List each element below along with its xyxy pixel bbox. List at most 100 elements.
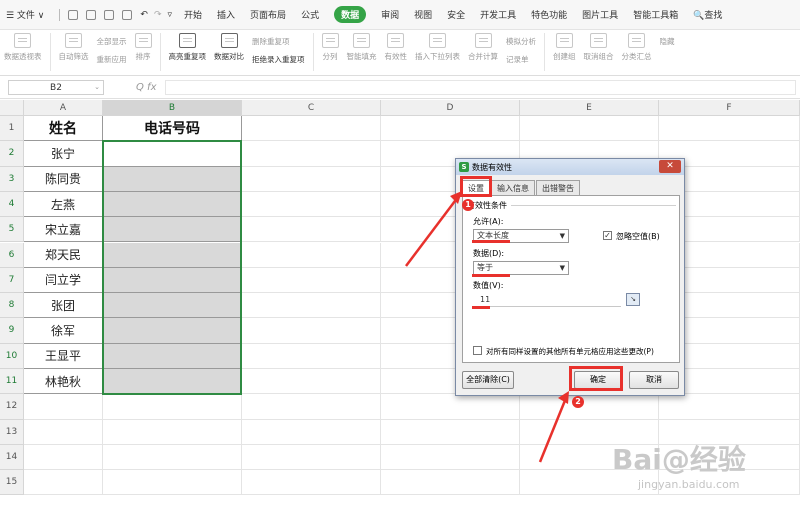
autofilter-button[interactable]: 自动筛选 [59,33,89,62]
simulation-button[interactable]: 模拟分析 [506,33,536,51]
search-button[interactable]: 🔍查找 [693,8,722,21]
row-header-10[interactable]: 10 [0,343,24,369]
reapply-button[interactable]: 重新应用 [97,51,127,69]
cell-b13[interactable] [103,419,242,445]
cell-b8[interactable] [103,293,242,319]
cell-c1[interactable] [242,116,381,142]
cell-b14[interactable] [103,444,242,471]
formula-input[interactable] [164,80,796,95]
cell-c5[interactable] [242,217,381,243]
name-box[interactable]: B2 ⌄ [8,80,104,95]
row-header-14[interactable]: 14 [0,444,24,471]
column-header-d[interactable]: D [381,100,520,116]
column-header-b[interactable]: B [103,100,242,116]
cell-d1[interactable] [381,116,520,142]
cell-a11[interactable]: 林艳秋 [24,369,103,395]
cell-c6[interactable] [242,242,381,268]
insert-dropdown-button[interactable]: 插入下拉列表 [415,33,460,62]
create-group-button[interactable]: 创建组 [553,33,576,62]
range-select-icon[interactable]: ↘ [626,293,640,306]
cell-c12[interactable] [242,394,381,420]
row-header-8[interactable]: 8 [0,293,24,319]
cell-b2[interactable] [103,141,242,167]
select-all-corner[interactable] [0,100,24,116]
cell-b12[interactable] [103,394,242,420]
cell-a15[interactable] [24,470,103,496]
tab-page-layout[interactable]: 页面布局 [250,8,286,21]
quick-access-dropdown-icon[interactable]: ▿ [167,10,172,20]
tab-security[interactable]: 安全 [447,8,465,21]
ignore-blank-checkbox[interactable]: ✓ [603,231,612,240]
cell-c3[interactable] [242,166,381,192]
tab-error-alert[interactable]: 出错警告 [536,180,580,195]
data-select[interactable]: 等于 ▼ [473,261,569,275]
cell-a6[interactable]: 郑天民 [24,242,103,268]
clear-all-button[interactable]: 全部清除(C) [462,371,514,389]
cell-b15[interactable] [103,470,242,496]
hide-detail-button[interactable]: 隐藏 [660,33,675,51]
cell-a8[interactable]: 张团 [24,293,103,319]
row-header-5[interactable]: 5 [0,217,24,243]
cancel-button[interactable]: 取消 [629,371,679,389]
tab-developer[interactable]: 开发工具 [480,8,516,21]
cell-c9[interactable] [242,318,381,344]
cell-b11[interactable] [103,369,242,395]
row-header-13[interactable]: 13 [0,419,24,445]
row-header-12[interactable]: 12 [0,394,24,420]
cell-b7[interactable] [103,267,242,294]
validity-button[interactable]: 有效性 [385,33,407,62]
cell-b5[interactable] [103,217,242,243]
row-header-11[interactable]: 11 [0,369,24,395]
cell-b10[interactable] [103,343,242,369]
cell-a1[interactable]: 姓名 [24,116,103,142]
file-menu[interactable]: ☰ 文件 ∨ [6,8,44,21]
cell-a4[interactable]: 左燕 [24,191,103,218]
undo-icon[interactable]: ↶ [140,10,148,20]
column-header-a[interactable]: A [24,100,103,116]
cell-a2[interactable]: 张宁 [24,141,103,167]
remove-duplicates-button[interactable]: 删除重复项 [252,33,305,51]
print-icon[interactable] [104,9,115,20]
redo-icon[interactable]: ↷ [154,10,162,20]
cell-b1[interactable]: 电话号码 [103,116,242,142]
cell-c11[interactable] [242,369,381,395]
tab-data[interactable]: 数据 [334,6,367,23]
cell-c14[interactable] [242,444,381,471]
column-header-f[interactable]: F [659,100,800,116]
cell-b6[interactable] [103,242,242,268]
cell-a3[interactable]: 陈同贵 [24,166,103,192]
row-header-4[interactable]: 4 [0,191,24,218]
subtotal-button[interactable]: 分类汇总 [622,33,652,62]
highlight-duplicates-button[interactable]: 高亮重复项 [169,33,206,62]
cell-c15[interactable] [242,470,381,496]
column-header-c[interactable]: C [242,100,381,116]
sort-button[interactable]: 排序 [134,33,152,62]
cell-d14[interactable] [381,444,520,471]
cell-d13[interactable] [381,419,520,445]
record-form-button[interactable]: 记录单 [506,51,536,69]
cell-d12[interactable] [381,394,520,420]
cell-e12[interactable] [520,394,659,420]
row-header-9[interactable]: 9 [0,318,24,344]
cell-a9[interactable]: 徐军 [24,318,103,344]
cell-a10[interactable]: 王显平 [24,343,103,369]
split-column-button[interactable]: 分列 [321,33,339,62]
show-all-button[interactable]: 全部显示 [97,33,127,51]
tab-view[interactable]: 视图 [414,8,432,21]
row-header-6[interactable]: 6 [0,242,24,268]
row-header-1[interactable]: 1 [0,116,24,142]
tab-formulas[interactable]: 公式 [301,8,319,21]
close-icon[interactable]: ✕ [659,160,681,173]
row-header-7[interactable]: 7 [0,267,24,294]
cell-c4[interactable] [242,191,381,218]
tab-review[interactable]: 审阅 [381,8,399,21]
column-header-e[interactable]: E [520,100,659,116]
export-pdf-icon[interactable] [86,9,97,20]
tab-input-message[interactable]: 输入信息 [491,180,535,195]
cell-c2[interactable] [242,141,381,167]
cell-c13[interactable] [242,419,381,445]
chevron-down-icon[interactable]: ⌄ [94,83,100,91]
smart-fill-button[interactable]: 智能填充 [347,33,377,62]
value-input[interactable]: 11 [477,293,621,307]
apply-all-checkbox[interactable] [473,346,482,355]
